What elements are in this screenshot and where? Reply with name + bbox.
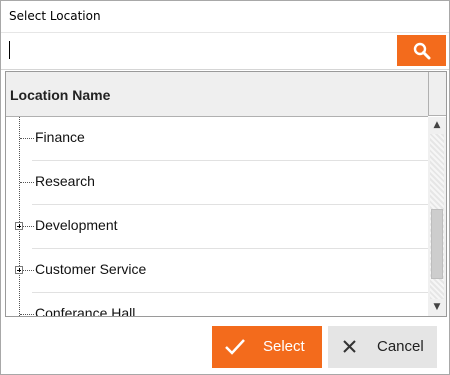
- row-label: Conferance Hall: [35, 305, 136, 316]
- tree-branch-line: [20, 138, 34, 139]
- text-caret: [9, 41, 10, 59]
- tree-branch-line: [20, 314, 34, 315]
- expand-plus-icon[interactable]: [15, 266, 23, 274]
- tree-row-finance[interactable]: Finance: [6, 117, 428, 161]
- scroll-thumb[interactable]: [431, 209, 443, 279]
- row-label: Development: [35, 217, 118, 233]
- cancel-button-label: Cancel: [377, 338, 424, 355]
- location-grid: Location Name Finance Research Developme…: [5, 71, 447, 317]
- search-input[interactable]: [1, 33, 394, 67]
- close-icon: [343, 340, 356, 353]
- row-label: Customer Service: [35, 261, 147, 277]
- column-header-location-name[interactable]: Location Name: [6, 72, 428, 117]
- tree-branch-line: [20, 182, 34, 183]
- dialog-title: Select Location: [9, 9, 101, 23]
- select-location-dialog: Select Location Location Name Finance Re…: [0, 0, 450, 375]
- tree-row-customer-service[interactable]: Customer Service: [6, 249, 428, 293]
- row-label: Finance: [35, 129, 85, 145]
- select-button[interactable]: Select: [212, 326, 322, 368]
- tree-row-conferance-hall[interactable]: Conferance Hall: [6, 293, 428, 316]
- expand-plus-icon[interactable]: [15, 222, 23, 230]
- select-button-label: Select: [263, 338, 305, 355]
- title-bar: Select Location: [1, 1, 449, 32]
- column-header-label: Location Name: [10, 87, 111, 103]
- row-label: Research: [35, 173, 95, 189]
- search-bar: [1, 32, 449, 70]
- dialog-footer: Select Cancel: [1, 318, 449, 374]
- vertical-scrollbar[interactable]: ▲ ▼: [428, 117, 446, 316]
- tree-rows: Finance Research Development Customer Se…: [6, 117, 428, 316]
- scroll-up-arrow-icon[interactable]: ▲: [428, 117, 446, 134]
- cancel-button[interactable]: Cancel: [328, 326, 437, 368]
- search-icon: [413, 42, 431, 60]
- tree-row-development[interactable]: Development: [6, 205, 428, 249]
- tree-row-research[interactable]: Research: [6, 161, 428, 205]
- header-filler: [428, 72, 446, 116]
- checkmark-icon: [225, 339, 245, 355]
- scroll-down-arrow-icon[interactable]: ▼: [428, 299, 446, 316]
- search-button[interactable]: [397, 35, 446, 66]
